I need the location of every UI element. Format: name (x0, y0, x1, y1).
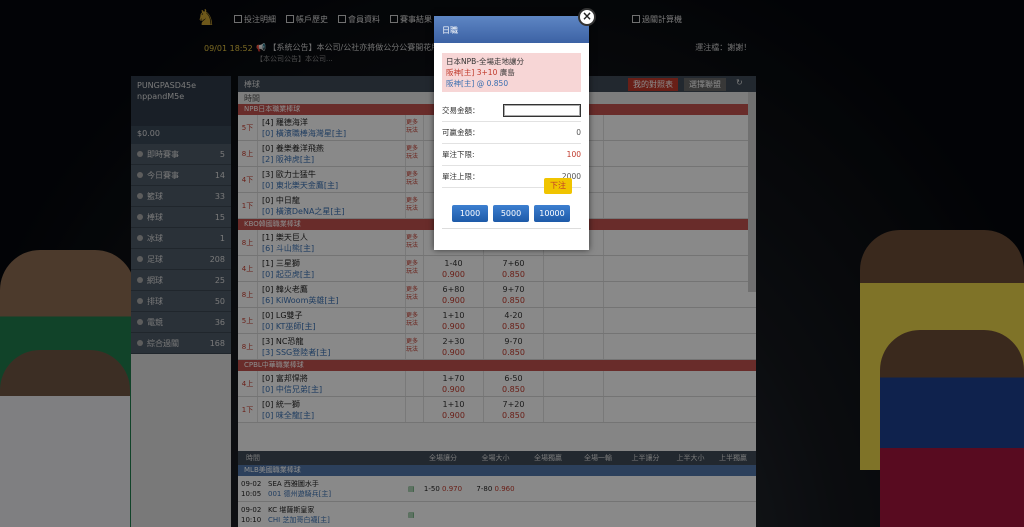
close-icon[interactable]: × (578, 8, 596, 26)
quick-amount-10000-button[interactable]: 10000 (534, 205, 570, 222)
min-row: 單注下限: 100 (442, 144, 581, 166)
quick-amount-5000-button[interactable]: 5000 (493, 205, 529, 222)
win-row: 可贏金額： 0 (442, 122, 581, 144)
bet-amount-input[interactable] (503, 104, 581, 117)
modal-divider (442, 228, 581, 229)
modal-title: 日職 (434, 16, 589, 43)
quick-amount-buttons: 1000 5000 10000 (452, 205, 570, 222)
place-bet-button[interactable]: 下注 (544, 178, 572, 194)
quick-amount-1000-button[interactable]: 1000 (452, 205, 488, 222)
bet-info: 日本NPB-全場走地讓分 阪神[主] 3+10 廣島 阪神[主] @ 0.850 (442, 53, 581, 92)
bet-slip-modal: 日職 × 日本NPB-全場走地讓分 阪神[主] 3+10 廣島 阪神[主] @ … (434, 8, 596, 250)
amount-row: 交易金額： (442, 100, 581, 122)
